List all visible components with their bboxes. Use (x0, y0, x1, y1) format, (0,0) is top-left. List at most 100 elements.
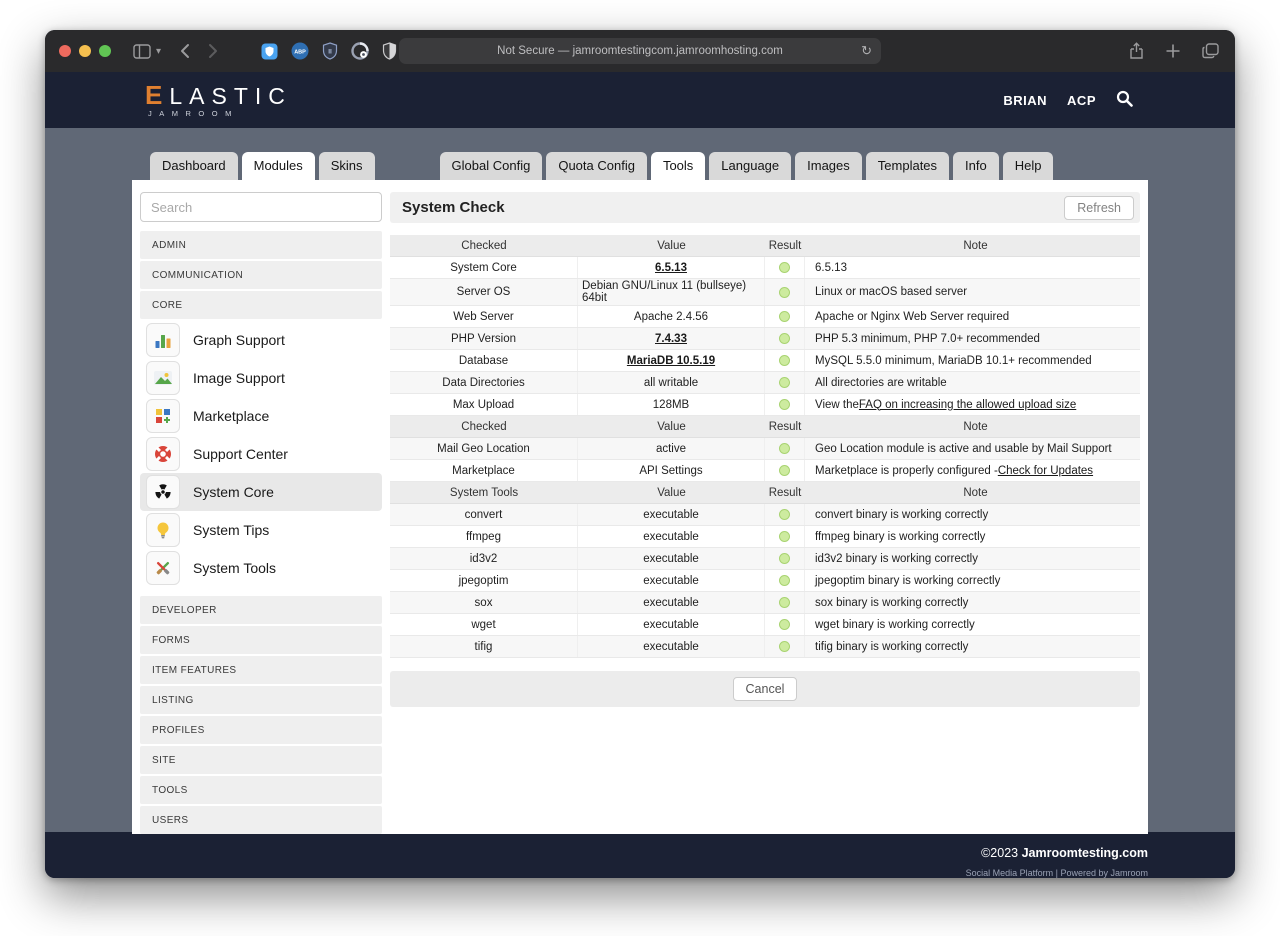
sidebar-toggle-icon[interactable] (133, 44, 151, 59)
sidebar-item-label: Support Center (193, 446, 288, 462)
chevron-down-icon[interactable]: ▾ (156, 46, 161, 57)
sidebar-section-tools[interactable]: TOOLS (140, 776, 382, 804)
value-link[interactable]: 7.4.33 (655, 333, 687, 345)
tab-templates[interactable]: Templates (866, 152, 949, 180)
checked-cell: convert (390, 504, 578, 525)
note-link[interactable]: Check for Updates (998, 465, 1093, 477)
refresh-button[interactable]: Refresh (1064, 196, 1134, 220)
system-check-table: CheckedValueResultNoteSystem Core6.5.136… (390, 235, 1140, 658)
table-row: Server OSDebian GNU/Linux 11 (bullseye) … (390, 279, 1140, 306)
note-link[interactable]: FAQ on increasing the allowed upload siz… (859, 399, 1076, 411)
tab-modules[interactable]: Modules (242, 152, 315, 180)
tab-tools[interactable]: Tools (651, 152, 705, 180)
back-button[interactable] (179, 43, 190, 59)
tab-overview-icon[interactable] (1202, 43, 1219, 59)
sidebar-item-label: System Tools (193, 560, 276, 576)
cancel-button[interactable]: Cancel (733, 677, 798, 701)
tab-images[interactable]: Images (795, 152, 862, 180)
reload-icon[interactable]: ↻ (861, 43, 872, 59)
column-header-value: Value (578, 416, 765, 437)
result-cell (765, 614, 805, 635)
sidebar-section-forms[interactable]: FORMS (140, 626, 382, 654)
sidebar-section-listing[interactable]: LISTING (140, 686, 382, 714)
search-input[interactable] (140, 192, 382, 222)
table-row: tifigexecutabletifig binary is working c… (390, 636, 1140, 658)
value-cell: Debian GNU/Linux 11 (bullseye) 64bit (578, 279, 765, 305)
table-row: Mail Geo LocationactiveGeo Location modu… (390, 438, 1140, 460)
note-cell: View the FAQ on increasing the allowed u… (805, 394, 1140, 415)
value-cell: executable (578, 570, 765, 591)
value-link[interactable]: 6.5.13 (655, 262, 687, 274)
sidebar-section-site[interactable]: SITE (140, 746, 382, 774)
status-ok-dot (779, 443, 790, 454)
footer-tagline: Social Media Platform | Powered by Jamro… (45, 868, 1148, 878)
sidebar-section-communication[interactable]: COMMUNICATION (140, 261, 382, 289)
sidebar-item-label: Graph Support (193, 332, 285, 348)
tab-quota-config[interactable]: Quota Config (546, 152, 647, 180)
new-tab-icon[interactable] (1166, 44, 1180, 58)
value-cell: executable (578, 548, 765, 569)
blue-shield-icon[interactable] (261, 43, 278, 60)
tab-skins[interactable]: Skins (319, 152, 375, 180)
abp-icon[interactable]: ABP (291, 42, 309, 60)
table-row: Data Directoriesall writableAll director… (390, 372, 1140, 394)
sidebar-section-core[interactable]: CORE (140, 291, 382, 319)
sidebar-item-marketplace[interactable]: Marketplace (140, 397, 382, 435)
value-cell: Apache 2.4.56 (578, 306, 765, 327)
share-icon[interactable] (1129, 42, 1144, 60)
marketplace-icon (146, 399, 180, 433)
result-cell (765, 570, 805, 591)
sidebar-item-label: Marketplace (193, 408, 269, 424)
sidebar-item-graph-support[interactable]: Graph Support (140, 321, 382, 359)
panel-header: System Check Refresh (390, 192, 1140, 223)
abp-label: ABP (294, 50, 306, 56)
logo-sub-text: JAMROOM (148, 110, 292, 118)
pause-label: II (328, 49, 332, 56)
value-cell: 7.4.33 (578, 328, 765, 349)
sidebar-item-system-tools[interactable]: System Tools (140, 549, 382, 587)
bar-chart-icon (146, 323, 180, 357)
zoom-window-button[interactable] (99, 45, 111, 57)
forward-button[interactable] (208, 43, 219, 59)
table-row: PHP Version7.4.33PHP 5.3 minimum, PHP 7.… (390, 328, 1140, 350)
close-window-button[interactable] (59, 45, 71, 57)
checked-cell: System Core (390, 257, 578, 278)
address-bar[interactable]: Not Secure — jamroomtestingcom.jamroomho… (399, 38, 881, 64)
site-header: ELASTIC JAMROOM BRIAN ACP (45, 72, 1235, 128)
note-cell: 6.5.13 (805, 257, 1140, 278)
sidebar-section-admin[interactable]: ADMIN (140, 231, 382, 259)
logo-main-text: LASTIC (169, 83, 292, 109)
nav-user-link[interactable]: BRIAN (1003, 93, 1047, 108)
sidebar-section-users[interactable]: USERS (140, 806, 382, 834)
gauge-icon[interactable] (351, 42, 369, 60)
sidebar-item-image-support[interactable]: Image Support (140, 359, 382, 397)
footer-site-link[interactable]: Jamroomtesting.com (1022, 846, 1148, 860)
table-row: Web ServerApache 2.4.56Apache or Nginx W… (390, 306, 1140, 328)
checked-cell: Marketplace (390, 460, 578, 481)
sidebar-item-system-tips[interactable]: System Tips (140, 511, 382, 549)
tab-global-config[interactable]: Global Config (440, 152, 543, 180)
sidebar-item-system-core[interactable]: System Core (140, 473, 382, 511)
tab-help[interactable]: Help (1003, 152, 1054, 180)
minimize-window-button[interactable] (79, 45, 91, 57)
tab-group-main: DashboardModulesSkins (150, 152, 379, 180)
search-icon[interactable] (1116, 90, 1133, 110)
site-logo[interactable]: ELASTIC JAMROOM (145, 82, 292, 118)
tab-language[interactable]: Language (709, 152, 791, 180)
result-cell (765, 306, 805, 327)
value-link[interactable]: MariaDB 10.5.19 (627, 355, 715, 367)
sidebar-item-label: System Tips (193, 522, 269, 538)
sidebar-section-item-features[interactable]: ITEM FEATURES (140, 656, 382, 684)
nav-acp-link[interactable]: ACP (1067, 93, 1096, 108)
table-row: convertexecutableconvert binary is worki… (390, 504, 1140, 526)
content-container: ADMINCOMMUNICATIONCORE Graph Support Imag… (132, 180, 1148, 834)
column-header-result: Result (765, 416, 805, 437)
sidebar-section-developer[interactable]: DEVELOPER (140, 596, 382, 624)
tab-dashboard[interactable]: Dashboard (150, 152, 238, 180)
tab-info[interactable]: Info (953, 152, 999, 180)
sidebar-section-profiles[interactable]: PROFILES (140, 716, 382, 744)
half-shield-icon[interactable] (382, 42, 397, 60)
status-ok-dot (779, 262, 790, 273)
pause-shield-icon[interactable]: II (322, 42, 338, 60)
sidebar-item-support-center[interactable]: Support Center (140, 435, 382, 473)
